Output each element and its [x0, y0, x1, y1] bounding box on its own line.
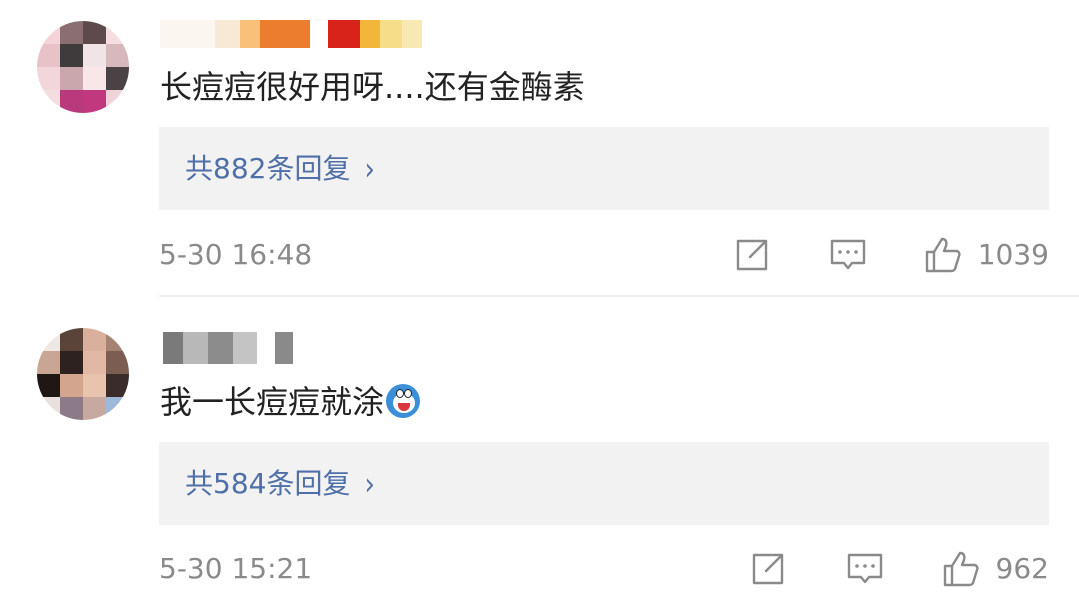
comment-text-content: 我一长痘痘就涂 — [160, 383, 385, 421]
avatar[interactable] — [37, 328, 129, 420]
comment-text: 长痘痘很好用呀....还有金酶素 — [160, 67, 585, 107]
comment-meta: 5-30 15:21 962 — [159, 547, 1049, 591]
reply-count-label: 共882条回复 — [185, 152, 351, 185]
reply-summary[interactable]: 共584条回复 › — [159, 442, 1049, 525]
chevron-right-icon: › — [364, 151, 375, 188]
comment-item: 长痘痘很好用呀....还有金酶素 共882条回复 › 5-30 16:48 103… — [0, 0, 1079, 296]
username[interactable] — [163, 332, 293, 364]
view-replies-link[interactable]: 共882条回复 › — [185, 127, 375, 210]
comment-icon[interactable] — [845, 549, 885, 589]
reply-count-label: 共584条回复 — [185, 467, 351, 500]
like-count: 962 — [995, 552, 1049, 585]
chevron-right-icon: › — [364, 466, 375, 503]
avatar[interactable] — [37, 21, 129, 113]
username[interactable] — [160, 20, 422, 48]
comment-meta: 5-30 16:48 1039 — [159, 233, 1049, 277]
comment-text: 我一长痘痘就涂 — [160, 382, 421, 422]
comment-divider — [159, 295, 1079, 297]
like-icon — [925, 237, 961, 273]
like-count: 1039 — [977, 238, 1049, 271]
doraemon-emoji-icon — [386, 384, 421, 418]
view-replies-link[interactable]: 共584条回复 › — [185, 442, 375, 525]
share-icon[interactable] — [732, 235, 772, 275]
comment-icon[interactable] — [828, 235, 868, 275]
share-icon[interactable] — [748, 549, 788, 589]
timestamp: 5-30 15:21 — [159, 552, 313, 585]
like-button[interactable]: 962 — [941, 547, 1049, 591]
comment-text-content: 长痘痘很好用呀....还有金酶素 — [160, 68, 585, 106]
timestamp: 5-30 16:48 — [159, 238, 313, 271]
like-button[interactable]: 1039 — [923, 233, 1049, 277]
comment-item: 我一长痘痘就涂 共584条回复 › 5-30 15:21 962 — [0, 298, 1079, 594]
like-icon — [943, 551, 979, 587]
reply-summary[interactable]: 共882条回复 › — [159, 127, 1049, 210]
